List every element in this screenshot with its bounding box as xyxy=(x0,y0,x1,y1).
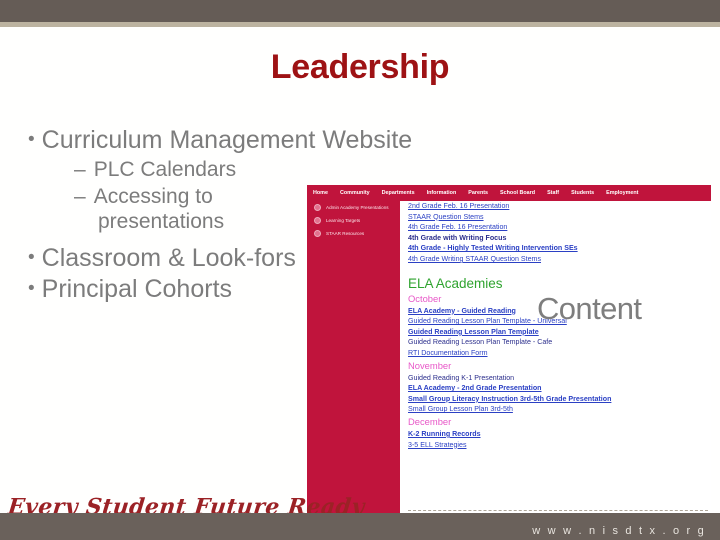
content-link[interactable]: 4th Grade with Writing Focus xyxy=(408,233,708,244)
nav-item-home[interactable]: Home xyxy=(313,190,328,196)
sidebar-item-learning-targets[interactable]: Learning Targets xyxy=(307,214,400,227)
content-link[interactable]: 4th Grade Feb. 16 Presentation xyxy=(408,222,708,233)
bullet-item-3: – Accessing to presentations xyxy=(24,185,314,234)
content-divider xyxy=(408,510,708,511)
content-link[interactable]: Small Group Literacy Instruction 3rd-5th… xyxy=(408,394,708,405)
content-link[interactable]: ELA Academy - 2nd Grade Presentation xyxy=(408,383,708,394)
nav-item-community[interactable]: Community xyxy=(340,190,370,196)
content-link[interactable]: 4th Grade - Highly Tested Writing Interv… xyxy=(408,243,708,254)
bullet-item-1: • Curriculum Management Website xyxy=(24,126,412,155)
sidebar-item-label: Learning Targets xyxy=(326,218,361,223)
embedded-website-screenshot: Home Community Departments Information P… xyxy=(307,185,711,513)
site-navigation-bar: Home Community Departments Information P… xyxy=(307,185,711,201)
bullet-list: • Curriculum Management Website – PLC Cale… xyxy=(24,126,412,306)
nav-item-staff[interactable]: Staff xyxy=(547,190,559,196)
bullet-circle-icon xyxy=(314,217,321,224)
content-link[interactable]: 2nd Grade Feb. 16 Presentation xyxy=(408,201,708,212)
sidebar-item-label: Admin Academy Presentations xyxy=(326,205,389,210)
bullet-label-3: Accessing to presentations xyxy=(93,185,225,233)
content-link[interactable]: Small Group Lesson Plan 3rd-5th xyxy=(408,404,708,415)
content-link[interactable]: STAAR Question Stems xyxy=(408,212,708,223)
bullet-item-2: – PLC Calendars xyxy=(24,158,314,182)
bullet-label-1: Curriculum Management Website xyxy=(41,126,413,154)
content-link[interactable]: Guided Reading Lesson Plan Template - Ca… xyxy=(408,337,708,348)
bullet-dot-icon: • xyxy=(28,247,35,269)
bullet-dash-icon: – xyxy=(74,158,86,181)
content-link[interactable]: K-2 Running Records xyxy=(408,429,708,440)
page-title: Leadership xyxy=(270,48,450,86)
content-link[interactable]: Guided Reading K-1 Presentation xyxy=(408,373,708,384)
presentation-slide: Leadership • Curriculum Management Websit… xyxy=(0,0,720,540)
nav-item-departments[interactable]: Departments xyxy=(382,190,415,196)
bullet-dash-icon: – xyxy=(74,185,86,209)
content-link[interactable]: 3-5 ELL Strategies xyxy=(408,440,708,451)
section-heading-ela-academies: ELA Academies xyxy=(408,275,503,291)
slide-top-bar xyxy=(0,0,720,22)
overlay-label-content: Content xyxy=(537,291,642,326)
footer-website-url: w w w . n i s d t x . o r g xyxy=(532,525,706,537)
nav-item-employment[interactable]: Employment xyxy=(606,190,638,196)
sidebar-item-admin-academy-presentations[interactable]: Admin Academy Presentations xyxy=(307,201,400,214)
bullet-item-4: • Classroom & Look-fors xyxy=(24,244,314,273)
content-link[interactable]: 4th Grade Writing STAAR Question Stems xyxy=(408,254,708,265)
bullet-item-5: • Principal Cohorts xyxy=(24,275,314,304)
bullet-label-4: Classroom & Look-fors xyxy=(41,244,296,273)
bullet-dot-icon: • xyxy=(28,278,35,300)
site-sidebar: Admin Academy Presentations Learning Tar… xyxy=(307,201,400,513)
month-heading-december: December xyxy=(408,415,452,427)
sidebar-item-label: STAAR Resources xyxy=(326,231,365,236)
bullet-dot-icon: • xyxy=(28,129,35,150)
bullet-label-2: PLC Calendars xyxy=(93,158,237,181)
nav-item-school-board[interactable]: School Board xyxy=(500,190,535,196)
content-link[interactable]: Guided Reading Lesson Plan Template xyxy=(408,327,708,338)
bullet-label-5: Principal Cohorts xyxy=(41,275,233,304)
bullet-circle-icon xyxy=(314,204,321,211)
nav-item-students[interactable]: Students xyxy=(571,190,594,196)
nav-item-parents[interactable]: Parents xyxy=(468,190,488,196)
bullet-circle-icon xyxy=(314,230,321,237)
slide-top-accent-strip xyxy=(0,22,720,27)
nav-item-information[interactable]: Information xyxy=(427,190,457,196)
content-link[interactable]: RTI Documentation Form xyxy=(408,348,708,359)
month-heading-november: November xyxy=(408,359,452,371)
sidebar-item-staar-resources[interactable]: STAAR Resources xyxy=(307,227,400,240)
